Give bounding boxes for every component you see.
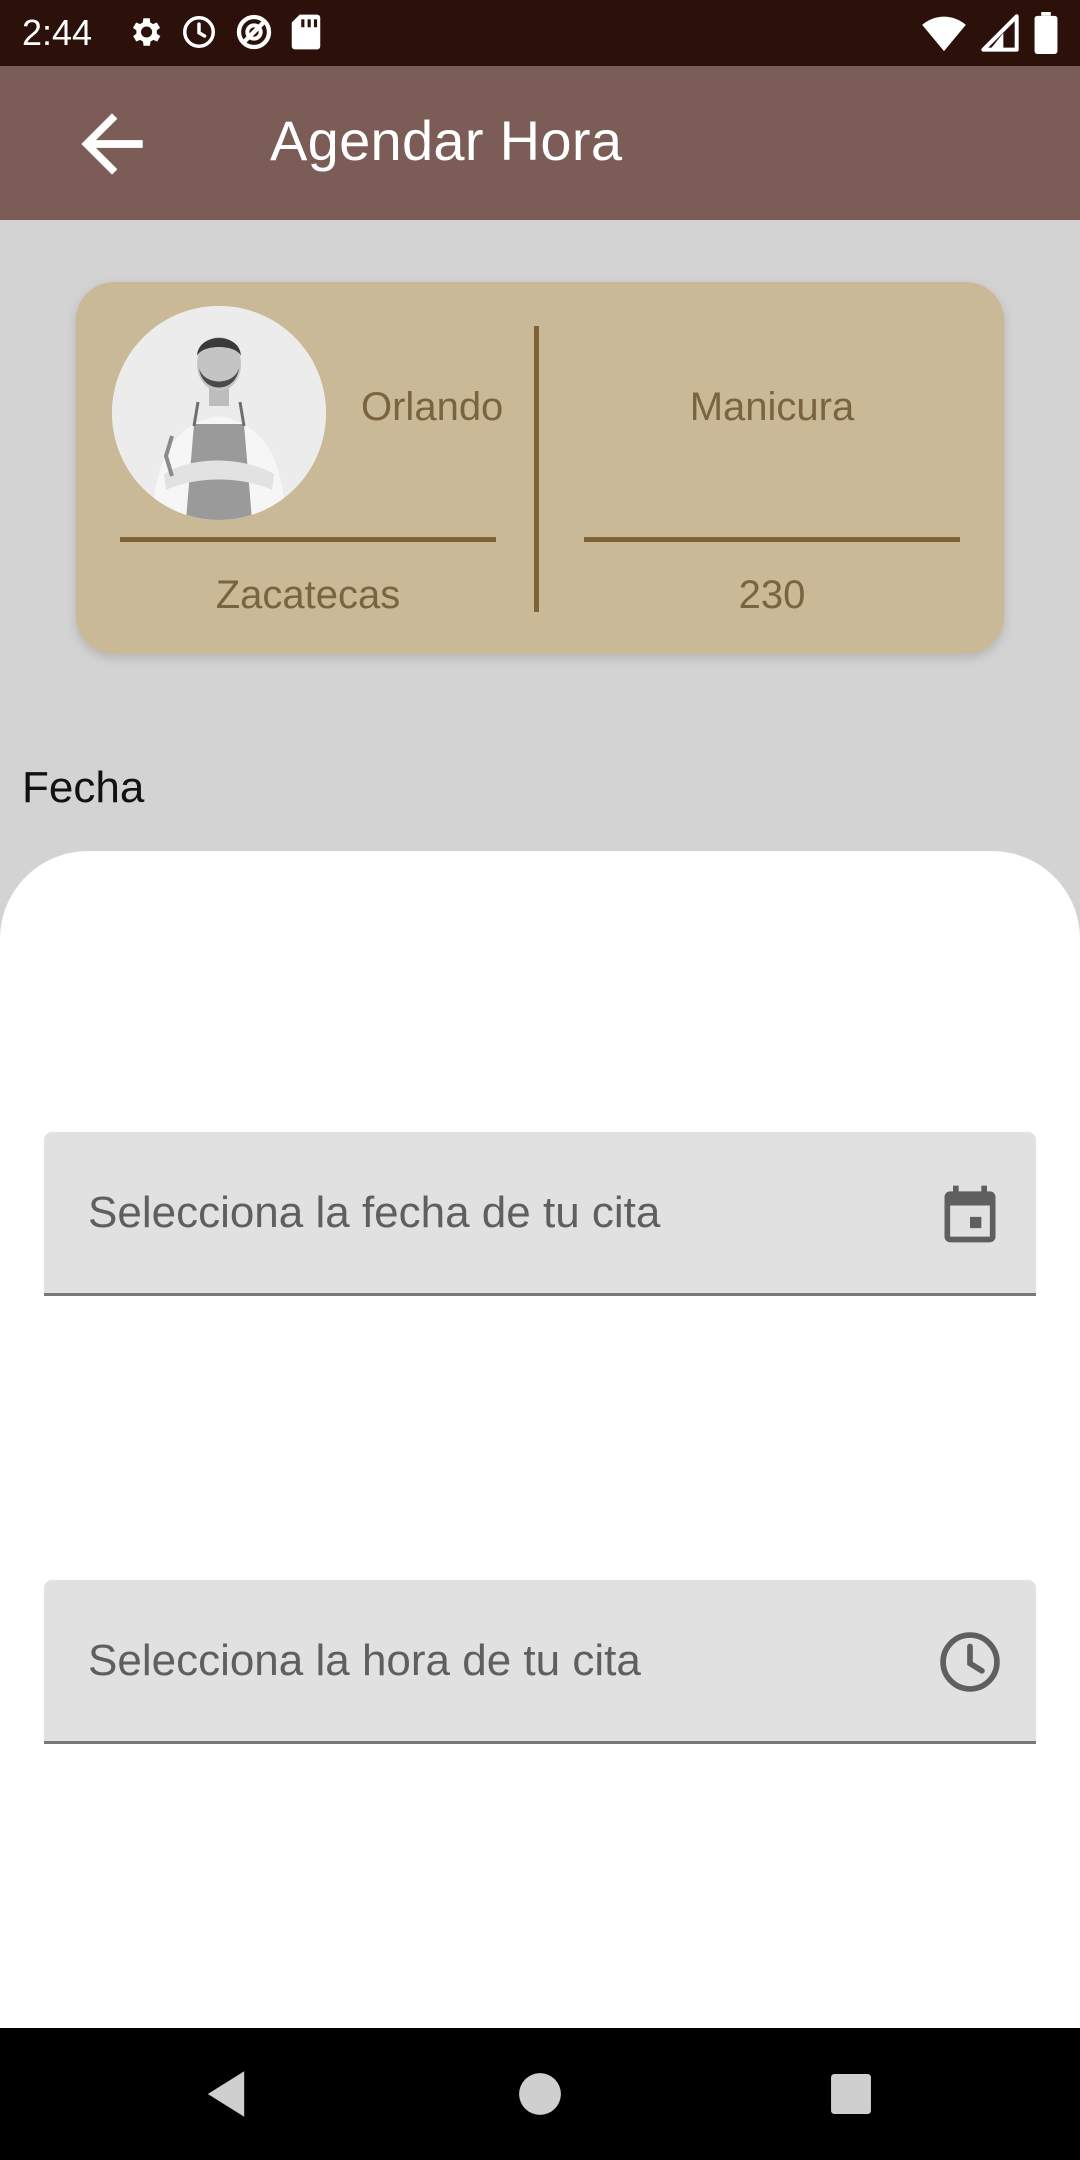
page-title: Agendar Hora [270, 109, 623, 172]
time-field-placeholder: Selecciona la hora de tu cita [88, 1636, 641, 1685]
location-text: Zacatecas [215, 573, 401, 617]
nav-recents-icon[interactable] [811, 2054, 891, 2134]
back-button[interactable] [62, 96, 162, 196]
avatar [112, 306, 326, 520]
status-time: 2:44 [22, 12, 93, 53]
section-label-fecha: Fecha [22, 763, 145, 812]
alarm-icon [180, 13, 218, 51]
wifi-icon [922, 13, 966, 53]
time-picker-field[interactable]: Selecciona la hora de tu cita [44, 1580, 1036, 1744]
status-icons-left [126, 12, 322, 52]
vertical-divider [534, 326, 539, 612]
calendar-icon[interactable] [936, 1180, 1004, 1248]
clock-icon[interactable] [936, 1628, 1004, 1696]
nav-home-icon[interactable] [500, 2054, 580, 2134]
date-field-placeholder: Selecciona la fecha de tu cita [88, 1188, 661, 1237]
arrow-back-icon [66, 98, 158, 195]
stylist-name: Orlando [361, 385, 504, 429]
divider [584, 537, 960, 542]
signal-icon [980, 13, 1020, 53]
system-nav-bar [0, 2028, 1080, 2160]
date-time-sheet [0, 851, 1080, 2028]
service-name: Manicura [689, 385, 855, 429]
status-bar: 2:44 [0, 0, 1080, 66]
divider [120, 537, 496, 542]
nav-back-icon[interactable] [186, 2054, 266, 2134]
service-price: 230 [738, 573, 806, 617]
settings-icon [126, 13, 164, 51]
app-bar: Agendar Hora [0, 66, 1080, 220]
appointment-summary-card: Orlando Zacatecas Manicura 230 [76, 282, 1004, 654]
sd-card-icon [290, 13, 322, 51]
date-picker-field[interactable]: Selecciona la fecha de tu cita [44, 1132, 1036, 1296]
battery-icon [1034, 12, 1058, 54]
data-saver-icon [234, 12, 274, 52]
status-icons-right [922, 12, 1058, 54]
